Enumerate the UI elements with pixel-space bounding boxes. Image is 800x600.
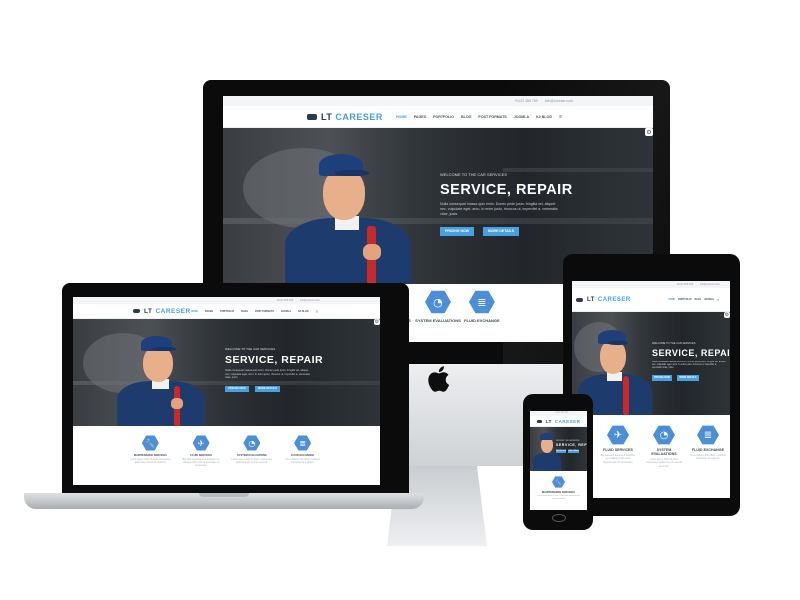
document-icon: ≣ (294, 435, 312, 451)
document-icon: ≣ (697, 425, 719, 445)
rocket-icon: ✈ (607, 425, 629, 445)
nav-portfolio[interactable]: PORTFOLIO (433, 115, 454, 119)
nav-blog[interactable]: BLOG (461, 115, 471, 119)
services-section: 🔧 MAINTENANCE SERVICES Lorem ipsum dolor… (73, 426, 380, 485)
nav-pages[interactable]: PAGES (414, 115, 426, 119)
hero-banner: WELCOME TO THE CAR SERVICES SERVICE, REP… (530, 427, 587, 471)
car-icon (307, 113, 317, 120)
service-fluid-exchange: ≣ FLUID EXCHANGE (461, 290, 503, 342)
pricing-now-button[interactable]: PRICING NOW (225, 385, 249, 392)
nav-home[interactable]: HOME (396, 115, 407, 119)
gear-icon[interactable]: ⚙ (724, 312, 730, 318)
service-fluid-services: ✈ FLUID SERVICES Big data and advanced a… (177, 435, 225, 485)
hero-content: WELCOME TO THE CAR SERVICES SERVICE, REP… (556, 441, 587, 453)
service-fluid-exchange: ≣ FLUID EXCHANGE True platform that offe… (279, 435, 327, 485)
car-icon (133, 309, 140, 313)
hero-banner: WELCOME TO THE CAR SERVICES SERVICE, REP… (572, 312, 730, 415)
more-details-button[interactable]: MORE DETAILS (255, 385, 280, 392)
hero-content: WELCOME TO THE CAR SERVICES SERVICE, REP… (225, 347, 324, 392)
pricing-now-button[interactable]: PRICING NOW (440, 226, 474, 236)
main-nav: HOME PORTFOLIO BLOG JOOMLA ≡ (668, 297, 719, 302)
email-text: info@careser.com (544, 99, 573, 103)
phone-screen: +0123 456 789 LT CARESER WELCOME TO THE … (530, 411, 587, 510)
pricing-now-button[interactable]: PRICING NOW (652, 375, 672, 381)
dashboard-icon: ◔ (424, 290, 451, 314)
service-maintenance: 🔧 MAINTENANCE SERVICES Lorem ipsum dolor… (126, 435, 174, 485)
wrench-icon: 🔧 (552, 476, 565, 488)
topbar: +0123 456 789 info@careser.com (73, 297, 380, 304)
gear-icon[interactable]: ⚙ (645, 128, 653, 136)
hero-headline: SERVICE, REPAIR (440, 182, 573, 198)
services-section: 🔧 MAINTENANCE SERVICES Lorem ipsum dolor… (530, 471, 587, 510)
apple-logo (426, 365, 450, 393)
mechanic-image (285, 146, 415, 284)
site-logo[interactable]: LT CARESER (536, 419, 581, 424)
car-icon (576, 297, 583, 302)
document-icon: ≣ (468, 290, 495, 314)
dashboard-icon: ◔ (653, 425, 675, 445)
site-header: LT CARESER HOME PAGES PORTFOLIO BLOG POS… (223, 106, 653, 128)
site-logo[interactable]: LT CARESER (576, 297, 631, 303)
nav-k2-blog[interactable]: K2 BLOG (536, 115, 552, 119)
more-details-button[interactable]: MORE DETAILS (677, 375, 699, 381)
main-nav: HOME PAGES PORTFOLIO BLOG POST FORMATS J… (190, 308, 319, 314)
hero-banner: WELCOME TO THE CAR SERVICES SERVICE, REP… (73, 319, 380, 426)
services-section: 🔧 ✈ FLUID SERVICES Big data and advanced… (572, 415, 730, 498)
nav-post-formats[interactable]: POST FORMATS (478, 115, 506, 119)
gear-icon[interactable]: ⚙ (374, 319, 380, 325)
site-header: LT CARESER HOME PORTFOLIO BLOG JOOMLA ≡ (572, 288, 730, 312)
site-header: LT CARESER (530, 416, 587, 427)
more-details-button[interactable]: MORE DETAILS (568, 450, 579, 453)
topbar: +0123 456 789 info@careser.com (223, 96, 653, 106)
nav-joomla[interactable]: JOOMLA (514, 115, 529, 119)
service-system-evaluations: ◔ SYSTEM EVALUATIONS Lorem ipsum dolor s… (644, 425, 684, 498)
site-logo[interactable]: LT CARESER (307, 112, 383, 122)
more-details-button[interactable]: MORE DETAILS (483, 226, 519, 236)
rocket-icon: ✈ (192, 435, 210, 451)
hamburger-icon[interactable]: ≡ (316, 309, 318, 314)
pricing-now-button[interactable]: PRICING NOW (556, 450, 566, 453)
site-logo[interactable]: LT CARESER (133, 308, 191, 315)
laptop-screen: +0123 456 789 info@careser.com LT CARESE… (73, 297, 380, 485)
wrench-icon: 🔧 (141, 435, 159, 451)
phone-text: +0123 456 789 (514, 99, 538, 103)
hero-content: WELCOME TO THE CAR SERVICES SERVICE, REP… (652, 342, 730, 381)
main-nav: HOME PAGES PORTFOLIO BLOG POST FORMATS J… (396, 114, 569, 120)
service-fluid-exchange: ≣ FLUID EXCHANGE True platform that offe… (688, 425, 728, 498)
hero-description: Nulla consequat massa quis enim. Donec p… (440, 202, 558, 217)
service-system-evaluations: ◔ SYSTEM EVALUATIONS Lorem ipsum dolor s… (228, 435, 276, 485)
dashboard-icon: ◔ (243, 435, 261, 451)
service-fluid-services: ✈ FLUID SERVICES Big data and advanced a… (598, 425, 638, 498)
hero-kicker: WELCOME TO THE CAR SERVICES (440, 172, 508, 177)
hamburger-icon[interactable]: ≡ (717, 298, 719, 302)
tablet-screen: +0123 456 789 info@careser.com LT CARESE… (572, 281, 730, 498)
laptop-notch (199, 493, 249, 497)
hero-content: WELCOME TO THE CAR SERVICES SERVICE, REP… (440, 172, 573, 236)
site-header: LT CARESER HOME PAGES PORTFOLIO BLOG POS… (73, 304, 380, 319)
car-icon (536, 419, 542, 423)
phone-home-button[interactable] (552, 514, 566, 522)
hamburger-icon[interactable]: ≡ (559, 114, 562, 120)
mechanic-image (117, 331, 207, 426)
topbar: +0123 456 789 info@careser.com (572, 281, 730, 288)
service-maintenance: 🔧 MAINTENANCE SERVICES Lorem ipsum dolor… (534, 476, 584, 510)
